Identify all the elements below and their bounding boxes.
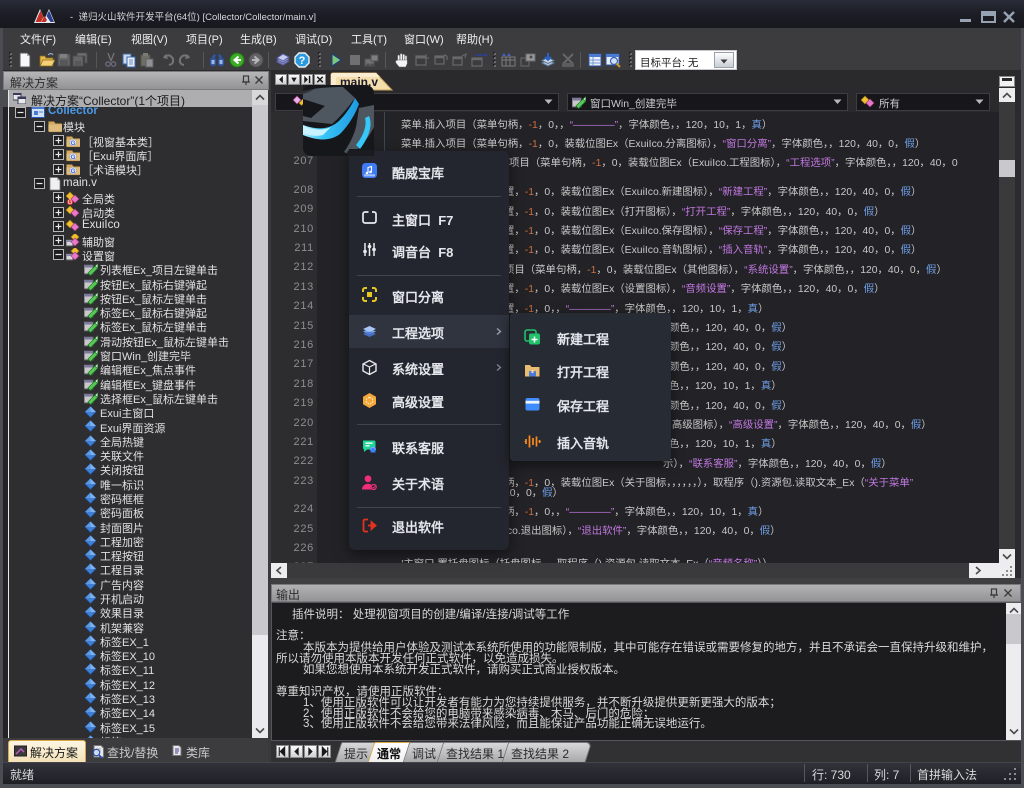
svg-text:G: G: [70, 154, 75, 161]
svg-text:G: G: [70, 140, 75, 147]
svg-text:?: ?: [299, 55, 306, 67]
svg-text:G: G: [70, 168, 75, 175]
